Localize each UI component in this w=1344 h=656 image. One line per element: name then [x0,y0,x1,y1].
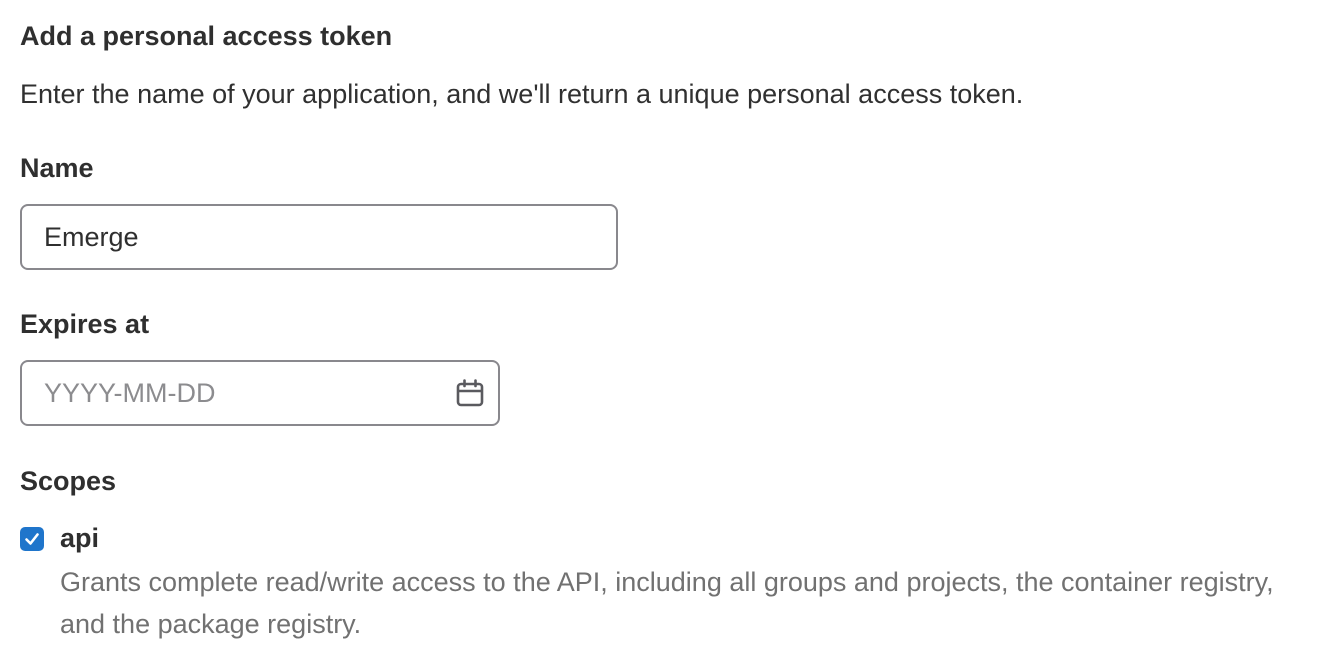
expires-at-input[interactable] [20,360,500,426]
scope-api-description: Grants complete read/write access to the… [60,567,1274,639]
expires-at-label: Expires at [20,309,150,339]
calendar-icon[interactable] [456,379,484,407]
scope-api-label[interactable]: api [60,520,99,556]
scopes-label: Scopes [20,466,117,496]
scope-api-checkbox[interactable] [20,527,44,551]
form-description: Enter the name of your application, and … [20,79,1024,109]
expires-at-field [20,360,500,426]
name-label: Name [20,153,94,183]
checkmark-icon [25,533,39,545]
page-title: Add a personal access token [20,21,393,51]
name-input[interactable] [20,204,618,270]
